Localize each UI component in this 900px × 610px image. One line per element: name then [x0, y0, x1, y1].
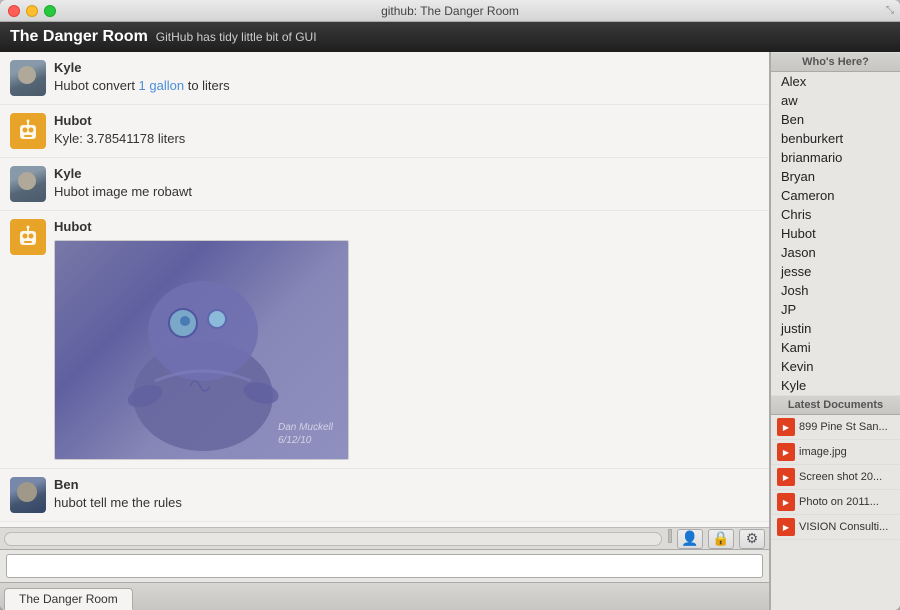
message-content: Kyle Hubot image me robawt — [54, 166, 759, 201]
hubot-avatar-icon — [16, 119, 40, 143]
sidebar-user-item[interactable]: Kami — [771, 338, 900, 357]
message-author: Kyle — [54, 60, 759, 75]
doc-item[interactable]: Photo on 2011... — [771, 490, 900, 515]
chat-input-area — [0, 549, 769, 582]
message-group: Hubot — [0, 211, 769, 469]
doc-item[interactable]: image.jpg — [771, 440, 900, 465]
tab-bar: The Danger Room — [0, 582, 769, 610]
sidebar-user-item[interactable]: JP — [771, 300, 900, 319]
doc-item[interactable]: Screen shot 20... — [771, 465, 900, 490]
latest-docs-header: Latest Documents — [771, 395, 900, 415]
message-author: Ben — [54, 477, 759, 492]
sidebar-user-item[interactable]: aw — [771, 91, 900, 110]
sidebar: Who's Here? Alex aw Ben benburkert brian… — [770, 52, 900, 610]
robot-image: Dan Muckell6/12/10 — [54, 240, 349, 460]
scroll-divider — [668, 529, 672, 543]
doc-icon — [777, 443, 795, 461]
message-group: Hubot Kyle: 3.78541178 liters — [0, 105, 769, 158]
header-bar: The Danger Room GitHub has tidy little b… — [0, 22, 900, 52]
doc-icon — [777, 468, 795, 486]
chat-panel: Kyle Hubot convert 1 gallon to liters — [0, 52, 770, 610]
avatar — [10, 477, 46, 513]
sidebar-user-item[interactable]: jesse — [771, 262, 900, 281]
sidebar-user-item[interactable]: Ben — [771, 110, 900, 129]
doc-name: VISION Consulti... — [799, 521, 888, 533]
message-content: Hubot — [54, 219, 759, 460]
tab-danger-room[interactable]: The Danger Room — [4, 588, 133, 610]
maximize-button[interactable] — [44, 5, 56, 17]
titlebar: github: The Danger Room ⤡ — [0, 0, 900, 22]
avatar — [10, 166, 46, 202]
window-title: github: The Danger Room — [381, 4, 519, 18]
image-signature: Dan Muckell6/12/10 — [278, 421, 333, 447]
sidebar-user-item[interactable]: justin — [771, 319, 900, 338]
minimize-button[interactable] — [26, 5, 38, 17]
doc-name: Screen shot 20... — [799, 471, 882, 483]
lock-icon-button[interactable]: 🔒 — [708, 529, 734, 549]
message-text: Hubot image me robawt — [54, 183, 759, 201]
hubot-avatar-icon — [16, 225, 40, 249]
avatar — [10, 219, 46, 255]
room-name: The Danger Room — [10, 28, 148, 46]
sidebar-user-item[interactable]: Bryan — [771, 167, 900, 186]
sidebar-user-item[interactable]: Cameron — [771, 186, 900, 205]
avatar — [10, 113, 46, 149]
sidebar-user-item[interactable]: Kevin — [771, 357, 900, 376]
chat-input[interactable] — [6, 554, 763, 578]
bottom-scroll-bar: 👤 🔒 ⚙ — [0, 527, 769, 549]
message-group: Ben hubot tell me the rules — [0, 469, 769, 522]
sidebar-user-item[interactable]: brianmario — [771, 148, 900, 167]
sidebar-user-item[interactable]: Josh — [771, 281, 900, 300]
sidebar-user-item[interactable]: Alex — [771, 72, 900, 91]
doc-icon — [777, 493, 795, 511]
sidebar-user-item[interactable]: Hubot — [771, 224, 900, 243]
message-author: Hubot — [54, 219, 759, 234]
message-text: hubot tell me the rules — [54, 494, 759, 512]
traffic-lights — [8, 5, 56, 17]
doc-item[interactable]: VISION Consulti... — [771, 515, 900, 540]
doc-name: Photo on 2011... — [799, 496, 879, 508]
message-group: Kyle Hubot convert 1 gallon to liters — [0, 52, 769, 105]
horizontal-scrollbar[interactable] — [4, 532, 662, 546]
message-text: Hubot convert 1 gallon to liters — [54, 77, 759, 95]
sidebar-user-jason[interactable]: Jason — [771, 243, 900, 262]
close-button[interactable] — [8, 5, 20, 17]
toolbar-icons: 👤 🔒 ⚙ — [668, 529, 765, 549]
doc-name: image.jpg — [799, 446, 847, 458]
message-content: Hubot Kyle: 3.78541178 liters — [54, 113, 759, 148]
sidebar-user-item[interactable]: benburkert — [771, 129, 900, 148]
room-subtitle: GitHub has tidy little bit of GUI — [156, 30, 317, 44]
doc-item[interactable]: 899 Pine St San... — [771, 415, 900, 440]
message-group: Kyle Hubot image me robawt — [0, 158, 769, 211]
doc-icon — [777, 418, 795, 436]
doc-icon — [777, 518, 795, 536]
message-author: Kyle — [54, 166, 759, 181]
main-area: Kyle Hubot convert 1 gallon to liters — [0, 52, 900, 610]
avatar — [10, 60, 46, 96]
latest-docs-section: Latest Documents 899 Pine St San... imag… — [771, 395, 900, 610]
users-list: Alex aw Ben benburkert brianmario Bryan … — [771, 72, 900, 395]
whos-here-header: Who's Here? — [771, 52, 900, 72]
resize-icon: ⤡ — [886, 5, 894, 16]
gear-icon-button[interactable]: ⚙ — [739, 529, 765, 549]
doc-name: 899 Pine St San... — [799, 421, 888, 433]
message-content: Kyle Hubot convert 1 gallon to liters — [54, 60, 759, 95]
message-text: Kyle: 3.78541178 liters — [54, 130, 759, 148]
message-content: Ben hubot tell me the rules — [54, 477, 759, 512]
sidebar-user-item[interactable]: Kyle — [771, 376, 900, 395]
message-author: Hubot — [54, 113, 759, 128]
message-link[interactable]: 1 gallon — [139, 78, 185, 93]
app-window: github: The Danger Room ⤡ The Danger Roo… — [0, 0, 900, 610]
person-icon-button[interactable]: 👤 — [677, 529, 703, 549]
sidebar-user-item[interactable]: Chris — [771, 205, 900, 224]
chat-messages[interactable]: Kyle Hubot convert 1 gallon to liters — [0, 52, 769, 527]
